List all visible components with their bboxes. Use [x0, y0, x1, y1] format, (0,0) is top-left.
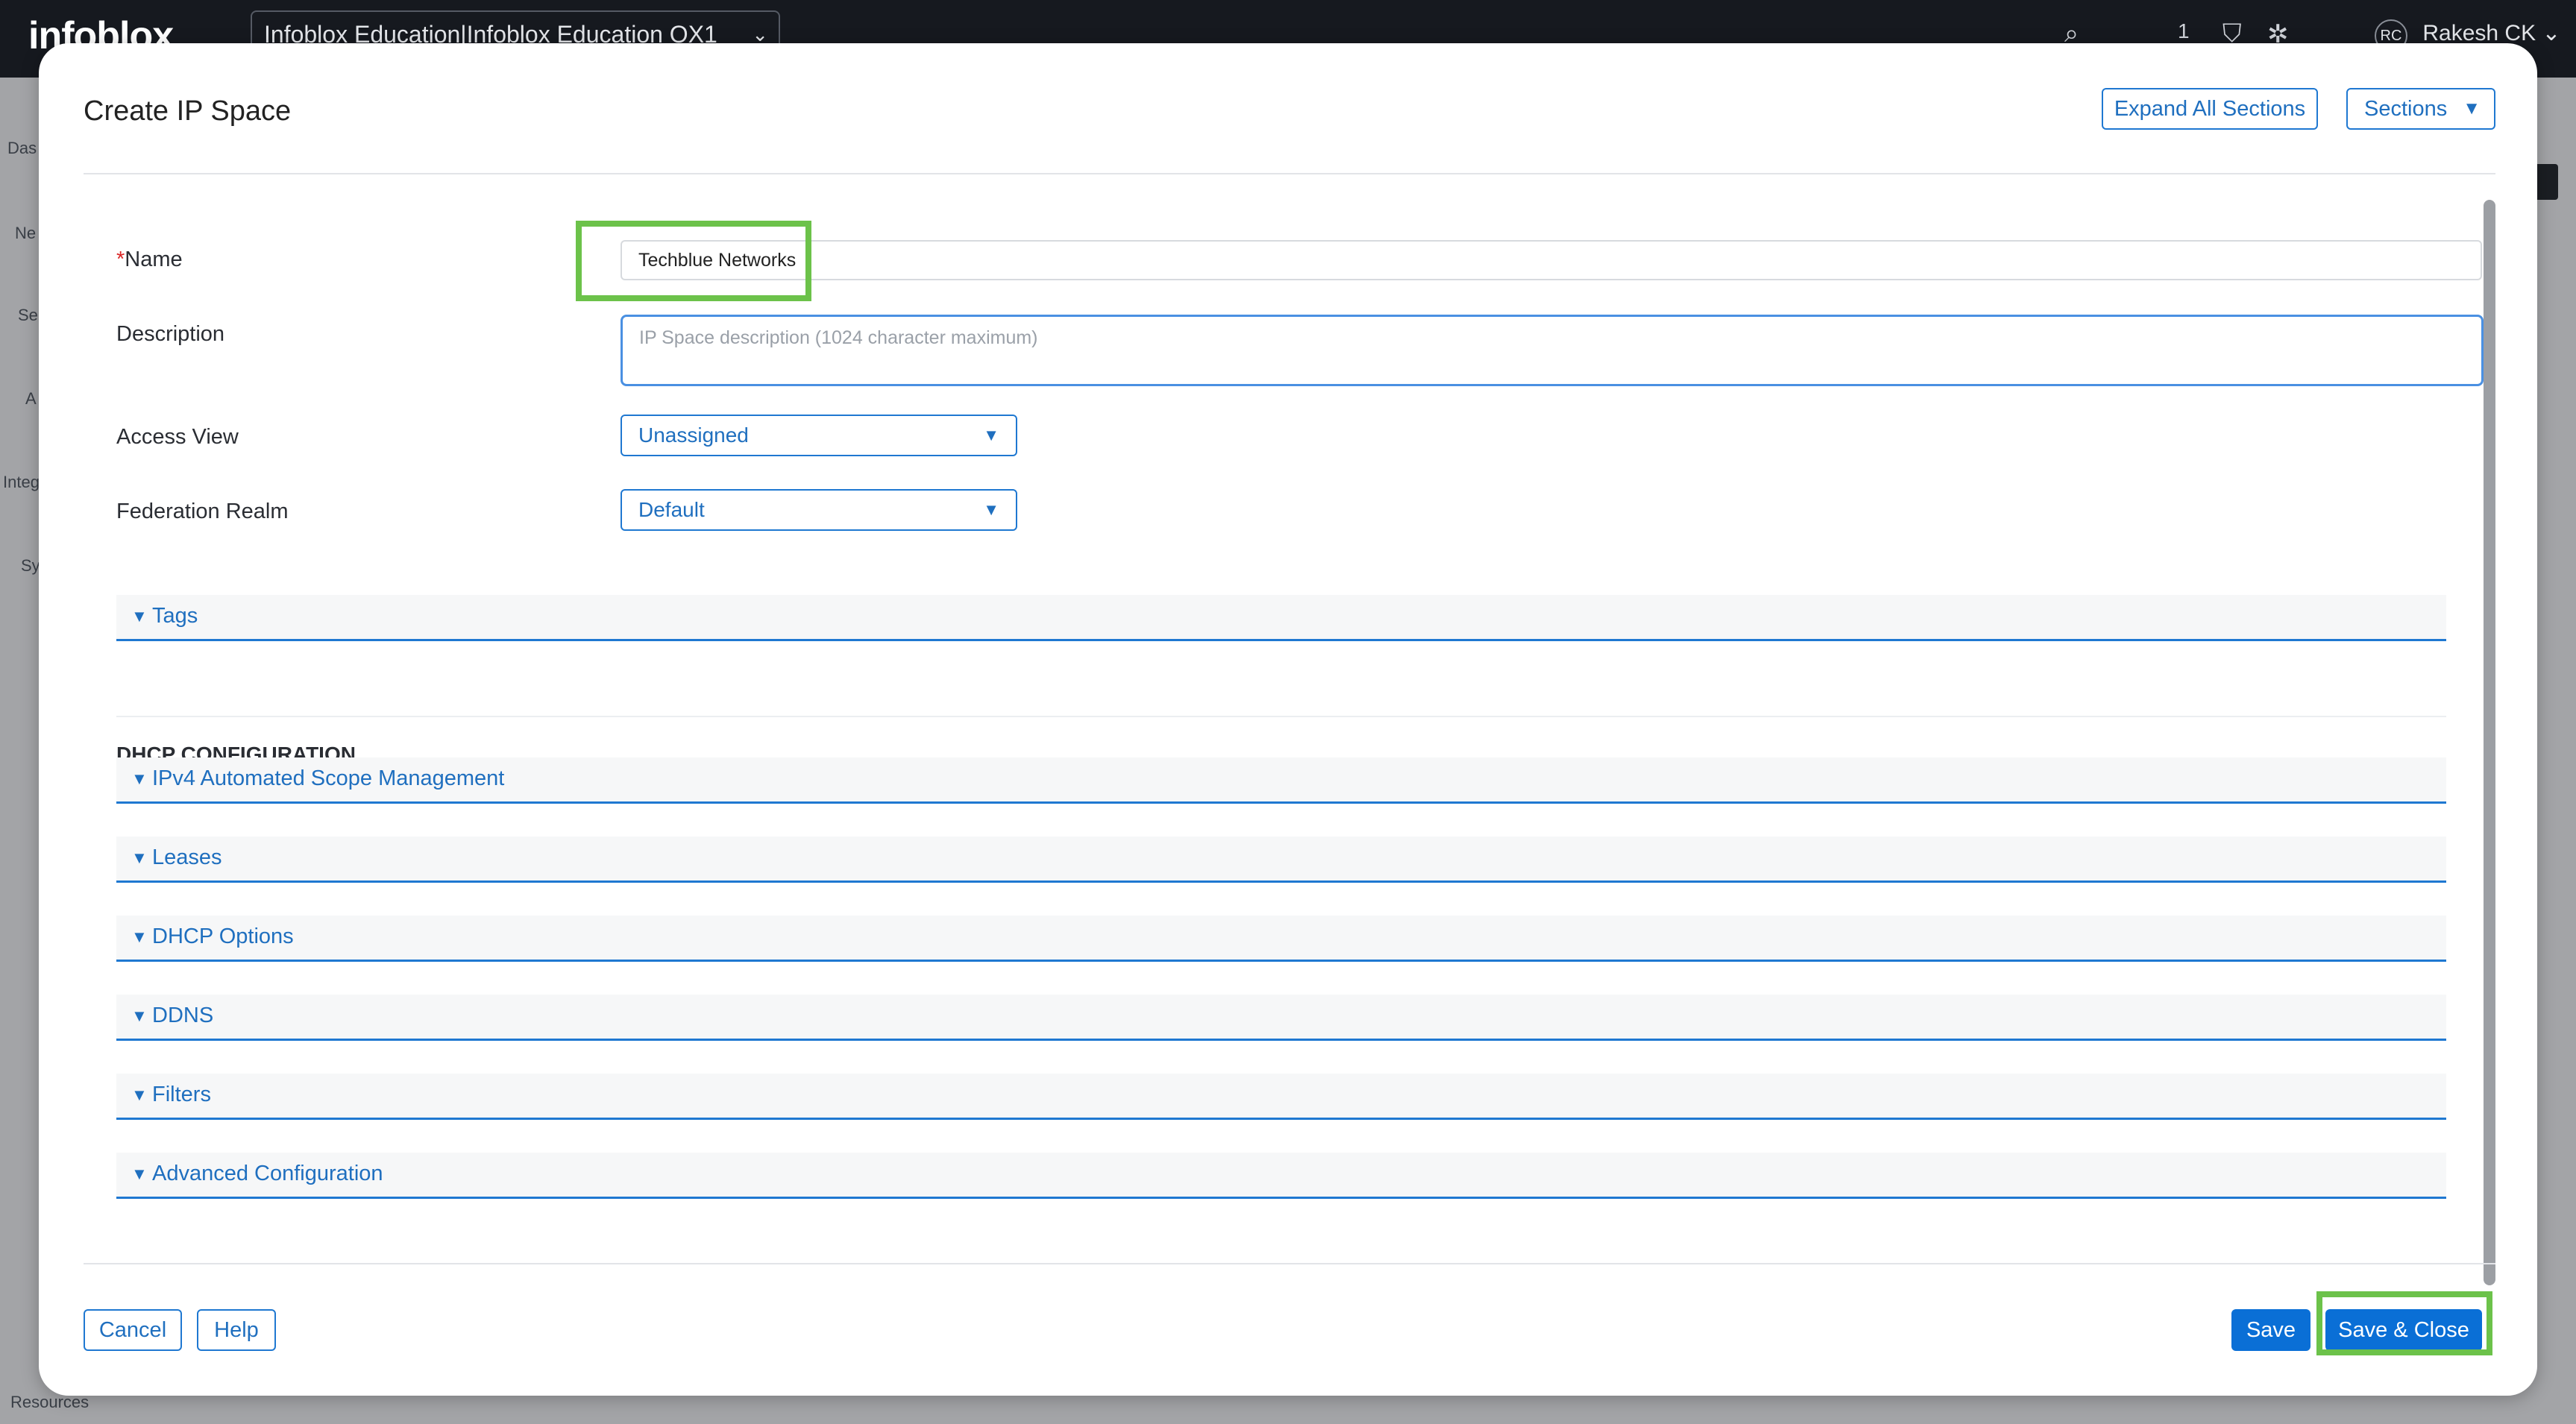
caret-down-icon: ▼ [131, 1165, 148, 1183]
caret-down-icon: ▼ [983, 500, 999, 519]
access-view-label: Access View [116, 425, 239, 449]
description-field[interactable] [621, 315, 2484, 386]
caret-down-icon: ▼ [131, 1086, 148, 1104]
chevron-down-icon: ⌄ [2542, 21, 2561, 45]
name-label-text: Name [125, 248, 183, 271]
caret-down-icon: ▼ [2463, 98, 2481, 119]
caret-down-icon: ▼ [983, 426, 999, 444]
caret-down-icon: ▼ [131, 848, 148, 867]
cancel-button[interactable]: Cancel [84, 1309, 182, 1351]
section-ipv4-automated-scope-management[interactable]: ▼ IPv4 Automated Scope Management [116, 757, 2446, 804]
save-and-close-button[interactable]: Save & Close [2325, 1309, 2482, 1351]
section-label: Leases [152, 845, 222, 869]
create-ip-space-modal: Create IP Space Expand All Sections Sect… [39, 43, 2537, 1396]
sections-dropdown[interactable]: Sections ▼ [2346, 88, 2495, 130]
caret-down-icon: ▼ [131, 1006, 148, 1025]
description-label: Description [116, 322, 225, 346]
section-label: DDNS [152, 1004, 214, 1027]
sidebar-fragment: Sy [21, 556, 40, 575]
sidebar-fragment: A [25, 389, 37, 408]
name-label: *Name [116, 248, 183, 272]
help-button[interactable]: Help [197, 1309, 276, 1351]
sections-label: Sections [2364, 97, 2448, 121]
federation-realm-label: Federation Realm [116, 500, 289, 523]
user-name: Rakesh CK [2422, 21, 2536, 45]
federation-realm-value: Default [638, 498, 705, 521]
section-dhcp-options[interactable]: ▼ DHCP Options [116, 916, 2446, 962]
section-label: Filters [152, 1083, 211, 1106]
section-leases[interactable]: ▼ Leases [116, 837, 2446, 883]
section-advanced-configuration[interactable]: ▼ Advanced Configuration [116, 1153, 2446, 1199]
section-divider [116, 716, 2446, 717]
section-label: IPv4 Automated Scope Management [152, 766, 505, 790]
section-filters[interactable]: ▼ Filters [116, 1074, 2446, 1120]
access-view-select[interactable]: Unassigned ▼ [621, 415, 1017, 456]
caret-down-icon: ▼ [131, 769, 148, 788]
expand-all-sections-button[interactable]: Expand All Sections [2102, 88, 2318, 130]
access-view-value: Unassigned [638, 423, 749, 447]
sidebar-fragment: Ne [15, 224, 37, 242]
caret-down-icon: ▼ [131, 607, 148, 626]
sidebar-fragment: Das [7, 139, 37, 157]
federation-realm-select[interactable]: Default ▼ [621, 489, 1017, 531]
section-tags[interactable]: ▼ Tags [116, 595, 2446, 641]
notification-count[interactable]: 1 [2178, 19, 2190, 43]
section-label: Advanced Configuration [152, 1162, 383, 1185]
save-button[interactable]: Save [2231, 1309, 2310, 1351]
name-input[interactable] [621, 240, 2482, 280]
sidebar-fragment: Integ [3, 473, 40, 491]
required-marker: * [116, 248, 125, 271]
footer-divider [84, 1263, 2495, 1264]
section-label: DHCP Options [152, 924, 294, 948]
modal-title: Create IP Space [84, 95, 292, 127]
section-tags-label: Tags [152, 604, 198, 628]
caret-down-icon: ▼ [131, 927, 148, 946]
section-ddns[interactable]: ▼ DDNS [116, 995, 2446, 1041]
header-divider [84, 173, 2495, 174]
scrollbar-thumb[interactable] [2484, 200, 2495, 1285]
sidebar-fragment: Se [18, 306, 38, 324]
